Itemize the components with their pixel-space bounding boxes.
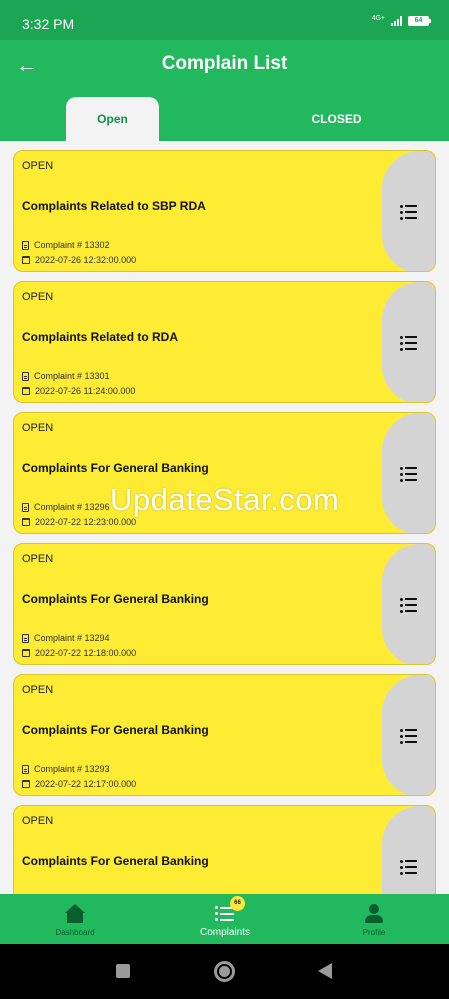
complaint-status: OPEN xyxy=(22,291,54,303)
nav-complaints-label: Complaints xyxy=(199,927,251,938)
page-title: Complain List xyxy=(161,53,288,74)
complaint-card[interactable]: OPEN Complaints For General Banking Comp… xyxy=(13,543,436,665)
complaint-menu-button[interactable] xyxy=(382,282,435,402)
nav-profile[interactable]: Profile xyxy=(299,894,449,944)
complaint-card[interactable]: OPEN Complaints For General Banking Comp… xyxy=(13,674,436,796)
list-icon xyxy=(400,598,417,613)
home-icon xyxy=(65,904,85,924)
complaint-menu-button[interactable] xyxy=(382,806,435,894)
complaint-number-row: Complaint # 13294 xyxy=(22,633,110,643)
complaint-menu-button[interactable] xyxy=(382,151,435,271)
document-icon xyxy=(22,371,29,381)
calendar-icon xyxy=(22,649,30,657)
complaint-card[interactable]: OPEN Complaints For General Banking xyxy=(13,805,436,894)
complaint-status: OPEN xyxy=(22,815,54,827)
signal-icon xyxy=(391,16,402,26)
complaint-date-row: 2022-07-22 12:18:00.000 xyxy=(22,648,136,658)
complaint-title: Complaints Related to SBP RDA xyxy=(22,199,206,213)
calendar-icon xyxy=(22,518,30,526)
complaint-number: Complaint # 13294 xyxy=(34,633,110,643)
document-icon xyxy=(22,764,29,774)
complaint-date-row: 2022-07-22 12:23:00.000 xyxy=(22,517,136,527)
nav-profile-label: Profile xyxy=(362,928,386,937)
complaint-date: 2022-07-26 12:32:00.000 xyxy=(35,255,137,265)
complaint-date: 2022-07-22 12:18:00.000 xyxy=(35,648,137,658)
nav-dashboard-label: Dashboard xyxy=(55,928,95,937)
complaint-menu-button[interactable] xyxy=(382,413,435,533)
document-icon xyxy=(22,633,29,643)
app-bar: ← Complain List xyxy=(0,40,449,90)
complaint-date: 2022-07-22 12:23:00.000 xyxy=(35,517,137,527)
home-button[interactable] xyxy=(214,961,235,982)
complaint-number-row: Complaint # 13293 xyxy=(22,764,110,774)
complaint-number: Complaint # 13296 xyxy=(34,502,110,512)
battery-icon: 64 xyxy=(408,16,431,26)
system-navigation-bar xyxy=(0,944,449,999)
calendar-icon xyxy=(22,256,30,264)
complaint-number: Complaint # 13302 xyxy=(34,240,110,250)
tab-open[interactable]: Open xyxy=(66,97,159,141)
list-icon xyxy=(400,729,417,744)
status-bar: 3:32 PM 4G+ 64 xyxy=(0,0,449,40)
tab-bar: Open CLOSED xyxy=(0,90,449,141)
document-icon xyxy=(22,240,29,250)
recent-apps-button[interactable] xyxy=(116,964,130,978)
calendar-icon xyxy=(22,387,30,395)
system-back-button[interactable] xyxy=(318,963,332,979)
complaint-status: OPEN xyxy=(22,422,54,434)
complaint-date: 2022-07-22 12:17:00.000 xyxy=(35,779,137,789)
complaint-date-row: 2022-07-26 12:32:00.000 xyxy=(22,255,136,265)
complaint-date-row: 2022-07-26 11:24:00.000 xyxy=(22,386,135,396)
tab-closed[interactable]: CLOSED xyxy=(224,97,449,141)
list-icon xyxy=(400,860,417,875)
list-icon xyxy=(400,205,417,220)
nav-dashboard[interactable]: Dashboard xyxy=(0,894,150,944)
calendar-icon xyxy=(22,780,30,788)
complaint-status: OPEN xyxy=(22,553,54,565)
complaint-status: OPEN xyxy=(22,684,54,696)
complaint-title: Complaints For General Banking xyxy=(22,854,209,868)
complaints-count-badge: 66 xyxy=(230,896,245,911)
complaint-menu-button[interactable] xyxy=(382,544,435,664)
complaint-number-row: Complaint # 13302 xyxy=(22,240,110,250)
document-icon xyxy=(22,502,29,512)
nav-complaints[interactable]: 66 Complaints xyxy=(150,894,300,944)
complaint-number: Complaint # 13301 xyxy=(34,371,110,381)
complaint-title: Complaints For General Banking xyxy=(22,592,209,606)
complaint-list[interactable]: OPEN Complaints Related to SBP RDA Compl… xyxy=(0,141,449,894)
network-type: 4G+ xyxy=(371,14,385,22)
list-icon xyxy=(400,336,417,351)
complaint-date: 2022-07-26 11:24:00.000 xyxy=(35,386,136,396)
person-icon xyxy=(364,904,384,924)
complaint-number-row: Complaint # 13296 xyxy=(22,502,110,512)
complaint-date-row: 2022-07-22 12:17:00.000 xyxy=(22,779,136,789)
status-time: 3:32 PM xyxy=(22,16,75,32)
complaint-number: Complaint # 13293 xyxy=(34,764,110,774)
bottom-nav: Dashboard 66 Complaints Profile xyxy=(0,894,449,944)
complaint-card[interactable]: OPEN Complaints Related to RDA Complaint… xyxy=(13,281,436,403)
list-icon xyxy=(400,467,417,482)
complaint-title: Complaints Related to RDA xyxy=(22,330,179,344)
complaint-title: Complaints For General Banking xyxy=(22,461,209,475)
complaint-title: Complaints For General Banking xyxy=(22,723,209,737)
complaint-number-row: Complaint # 13301 xyxy=(22,371,110,381)
complaint-card[interactable]: OPEN Complaints Related to SBP RDA Compl… xyxy=(13,150,436,272)
complaint-menu-button[interactable] xyxy=(382,675,435,795)
complaint-status: OPEN xyxy=(22,160,54,172)
complaint-card[interactable]: OPEN Complaints For General Banking Comp… xyxy=(13,412,436,534)
status-icons: 4G+ 64 xyxy=(371,14,431,26)
